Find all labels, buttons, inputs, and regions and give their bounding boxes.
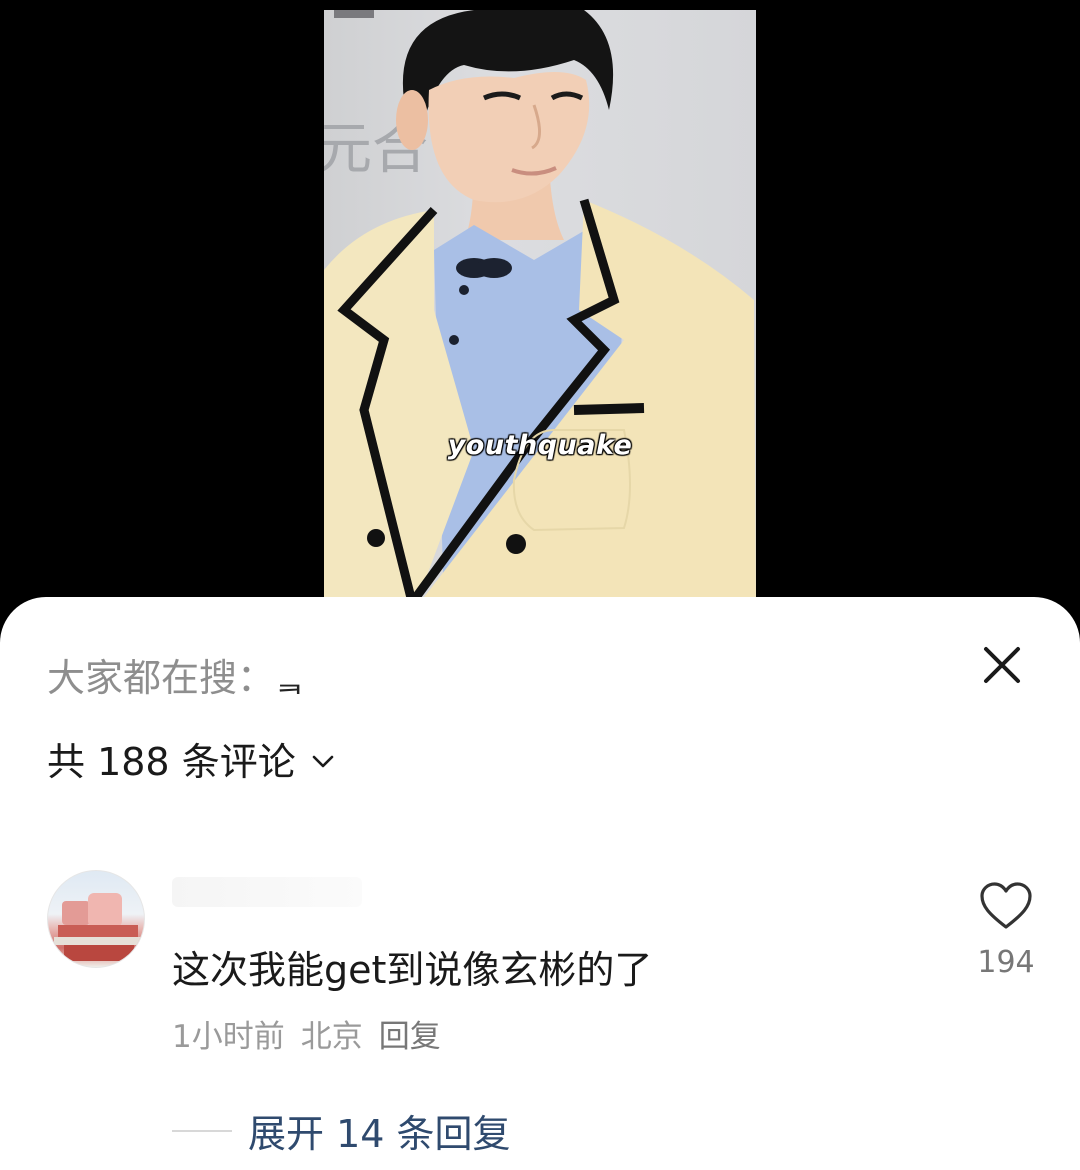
search-prefix: 大家都在搜： [47,656,276,700]
expand-replies-button[interactable]: 展开 14 条回复 [172,1103,511,1158]
like-control[interactable]: 194 [966,881,1046,980]
comment-item: 这次我能get到说像玄彬的了 1小时前 北京 回复 194 展开 14 条回复 [0,867,1080,1156]
comment-count-label: 共 188 条评论 [47,740,296,784]
close-button[interactable] [978,641,1026,689]
video-frame: 元合 youthquake [324,10,756,610]
search-term[interactable]: ᆿ [275,661,304,699]
comment-meta: 1小时前 北京 回复 [172,1011,457,1056]
chevron-down-icon [312,755,334,767]
comment-count-sort[interactable]: 共 188 条评论 [47,731,336,786]
expand-replies-label: 展开 14 条回复 [248,1112,511,1156]
close-icon [984,647,1020,683]
comment-location: 北京 [300,1019,363,1055]
divider-line [172,1129,232,1132]
heart-outline-icon[interactable] [979,881,1033,931]
comments-panel: 大家都在搜：ᆿ 共 188 条评论 这次我能get到说像玄彬的了 1小时前 北京回… [0,597,1080,1170]
search-suggestion[interactable]: 大家都在搜：ᆿ [47,647,304,702]
video-watermark: youthquake [447,430,633,461]
avatar-image [54,893,142,961]
video-still-image: 元合 [324,10,756,610]
video-player[interactable]: 元合 youthquake [0,0,1080,620]
avatar[interactable] [47,870,145,968]
comment-time: 1小时前 [172,1019,285,1055]
comment-text: 这次我能get到说像玄彬的了 [172,948,653,992]
reply-button[interactable]: 回复 [379,1019,441,1055]
like-count: 194 [977,945,1035,980]
username-blurred[interactable] [172,877,362,907]
